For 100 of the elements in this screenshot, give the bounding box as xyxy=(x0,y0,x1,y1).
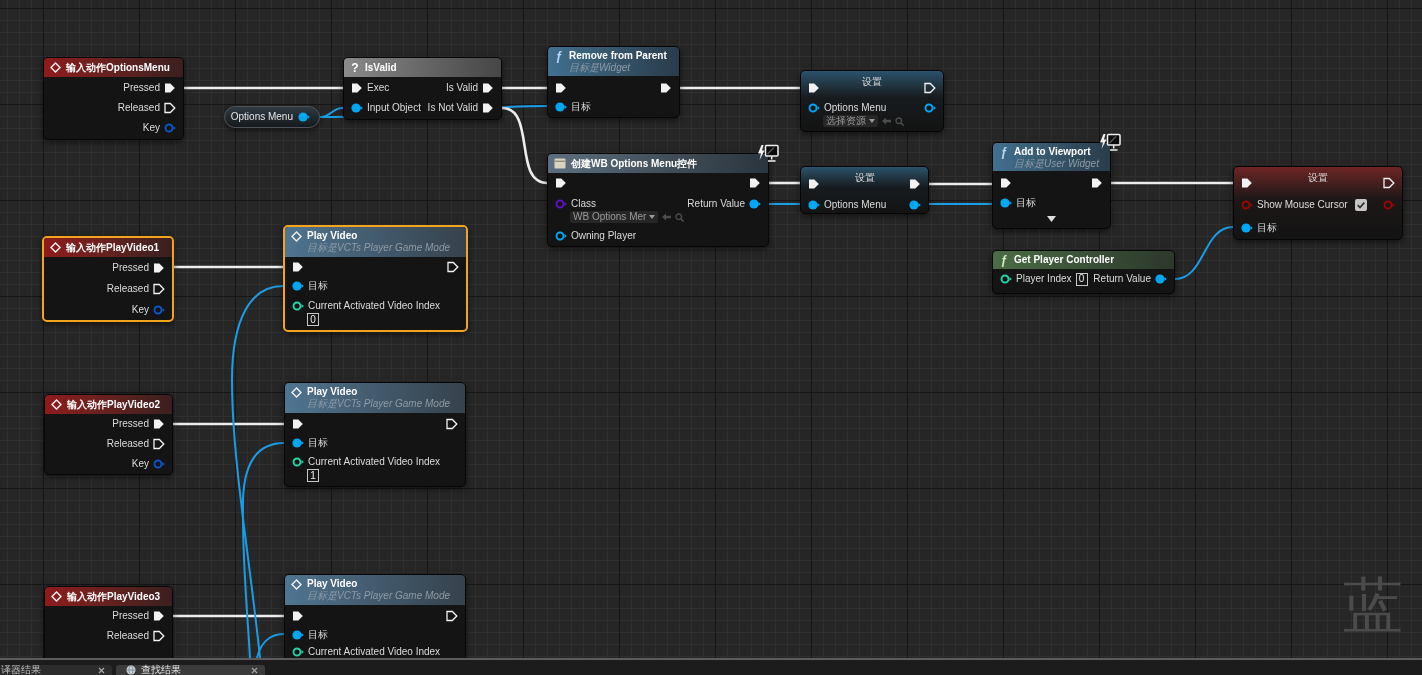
variable-node[interactable]: Options Menu xyxy=(224,106,320,128)
pin-label: 目标 xyxy=(1257,221,1277,234)
exec-pin-icon[interactable] xyxy=(808,82,820,94)
exec-pin-icon[interactable] xyxy=(1383,177,1395,189)
exec-pin-icon[interactable] xyxy=(1000,177,1012,189)
data-pin-icon[interactable] xyxy=(292,456,304,468)
exec-pin-icon[interactable] xyxy=(153,418,165,430)
exec-pin-icon[interactable] xyxy=(292,417,304,430)
node-title: Options Menu xyxy=(230,111,293,123)
set-node[interactable]: 设置 Options Menu xyxy=(800,166,929,214)
exec-pin-icon[interactable] xyxy=(164,82,176,94)
function-node[interactable]: Play Video 目标是VCTs Player Game Mode 目标 Current Activated Video Index 0 xyxy=(283,225,468,332)
diamond-icon xyxy=(51,591,62,603)
exec-pin-icon[interactable] xyxy=(446,609,458,622)
data-pin-icon[interactable] xyxy=(555,101,567,113)
event-node[interactable]: 输入动作OptionsMenu Pressed Released Key xyxy=(43,57,184,140)
exec-pin-icon[interactable] xyxy=(153,438,165,450)
pin-label: Owning Player xyxy=(571,229,637,242)
pin-label: Released xyxy=(117,102,160,114)
set-node[interactable]: 设置 Show Mouse Cursor 目标 xyxy=(1233,166,1403,240)
expand-arrow-icon[interactable] xyxy=(1047,216,1056,222)
data-pin-icon[interactable] xyxy=(749,198,761,210)
checkbox[interactable] xyxy=(1354,199,1367,211)
exec-pin-icon[interactable] xyxy=(164,102,176,114)
panel-tab[interactable]: 查找结果 xyxy=(116,665,265,675)
exec-pin-icon[interactable] xyxy=(749,177,761,189)
data-pin-icon[interactable] xyxy=(1241,221,1253,234)
number-field[interactable]: 0 xyxy=(1075,272,1088,286)
node-subtitle: 目标是VCTs Player Game Mode xyxy=(307,242,450,254)
pin-label: 目标 xyxy=(308,436,328,449)
pin-label: Released xyxy=(106,438,149,450)
data-pin-icon[interactable] xyxy=(1000,273,1012,285)
panel-tab[interactable]: 译器结果 xyxy=(0,665,112,675)
exec-pin-icon[interactable] xyxy=(1241,177,1253,189)
exec-pin-icon[interactable] xyxy=(808,178,820,190)
function-node[interactable]: Play Video 目标是VCTs Player Game Mode 目标 Current Activated Video Index 1 xyxy=(284,382,466,487)
exec-pin-icon[interactable] xyxy=(351,82,363,94)
exec-pin-icon[interactable] xyxy=(447,260,459,273)
exec-pin-icon[interactable] xyxy=(153,630,165,642)
event-node[interactable]: 输入动作PlayVideo3 Pressed Released xyxy=(44,586,173,658)
close-icon[interactable] xyxy=(98,666,105,674)
data-pin-icon[interactable] xyxy=(1155,273,1167,285)
function-node[interactable]: ƒ Get Player Controller Player Index 0 Return Value xyxy=(992,250,1175,294)
exec-pin-icon[interactable] xyxy=(555,177,567,189)
exec-pin-icon[interactable] xyxy=(909,178,921,190)
exec-pin-icon[interactable] xyxy=(446,417,458,430)
data-pin-icon[interactable] xyxy=(298,111,310,123)
pin-label: Pressed xyxy=(112,418,149,430)
exec-pin-icon[interactable] xyxy=(1091,177,1103,189)
exec-wire xyxy=(502,86,547,90)
exec-pin-icon[interactable] xyxy=(482,82,494,94)
pin-label: Pressed xyxy=(112,610,149,622)
close-icon[interactable] xyxy=(251,666,258,674)
node-title: 设置 xyxy=(862,76,882,88)
exec-pin-icon[interactable] xyxy=(292,260,304,273)
node-title: Remove from Parent xyxy=(569,50,667,62)
data-pin-icon[interactable] xyxy=(1000,197,1012,209)
function-node[interactable]: ƒ Add to Viewport 目标是User Widget 目标 xyxy=(992,142,1111,229)
create-widget-node[interactable]: 创建WB Options Menu控件 Class WB Options Mer Return Value Owning Player xyxy=(547,153,769,247)
set-node[interactable]: 设置 Options Menu 选择资源 xyxy=(800,70,944,132)
asset-dropdown[interactable]: 选择资源 xyxy=(823,115,878,127)
exec-pin-icon[interactable] xyxy=(482,102,494,114)
pin-label: Input Object xyxy=(367,102,421,114)
data-pin-icon[interactable] xyxy=(808,102,820,114)
macro-node[interactable]: ? IsValid Exec Is Valid Input Object Is Not Valid xyxy=(343,57,502,120)
number-field[interactable]: 1 xyxy=(307,469,319,482)
data-pin-icon[interactable] xyxy=(292,628,304,641)
event-node[interactable]: 输入动作PlayVideo1 Pressed Released Key xyxy=(42,236,174,322)
diamond-icon xyxy=(291,578,302,590)
function-node[interactable]: ƒ Remove from Parent 目标是Widget 目标 xyxy=(547,46,680,118)
asset-dropdown[interactable]: WB Options Mer xyxy=(570,211,659,223)
exec-pin-icon[interactable] xyxy=(555,82,567,94)
exec-wire xyxy=(929,182,992,186)
event-node[interactable]: 输入动作PlayVideo2 Pressed Released Key xyxy=(44,394,173,475)
exec-pin-icon[interactable] xyxy=(153,610,165,622)
data-pin-icon[interactable] xyxy=(292,300,304,312)
data-pin-icon[interactable] xyxy=(292,279,304,292)
function-node[interactable]: Play Video 目标是VCTs Player Game Mode 目标 Current Activated Video Index xyxy=(284,574,466,658)
number-field[interactable]: 0 xyxy=(307,313,319,326)
pin-label: Key xyxy=(142,122,160,134)
pin-label: Player Index xyxy=(1016,273,1072,285)
exec-pin-icon[interactable] xyxy=(292,609,304,622)
widget-icon xyxy=(554,158,566,169)
data-pin-icon[interactable] xyxy=(292,646,304,658)
data-pin-icon[interactable] xyxy=(909,198,921,211)
diamond-icon xyxy=(50,62,61,74)
exec-pin-icon[interactable] xyxy=(153,282,165,295)
data-pin-icon[interactable] xyxy=(292,436,304,449)
exec-pin-icon[interactable] xyxy=(924,82,936,94)
data-pin-icon[interactable] xyxy=(808,198,820,211)
exec-pin-icon[interactable] xyxy=(660,82,672,94)
node-title: Play Video xyxy=(307,230,359,242)
data-pin-icon[interactable] xyxy=(924,102,936,114)
node-title: 设置 xyxy=(1308,172,1328,184)
diamond-icon xyxy=(51,399,62,411)
data-pin-icon[interactable] xyxy=(555,229,567,242)
exec-pin-icon[interactable] xyxy=(153,261,165,274)
pin-label: Current Activated Video Index xyxy=(308,646,441,658)
data-pin-icon[interactable] xyxy=(351,102,363,114)
node-title: 设置 xyxy=(854,172,875,184)
